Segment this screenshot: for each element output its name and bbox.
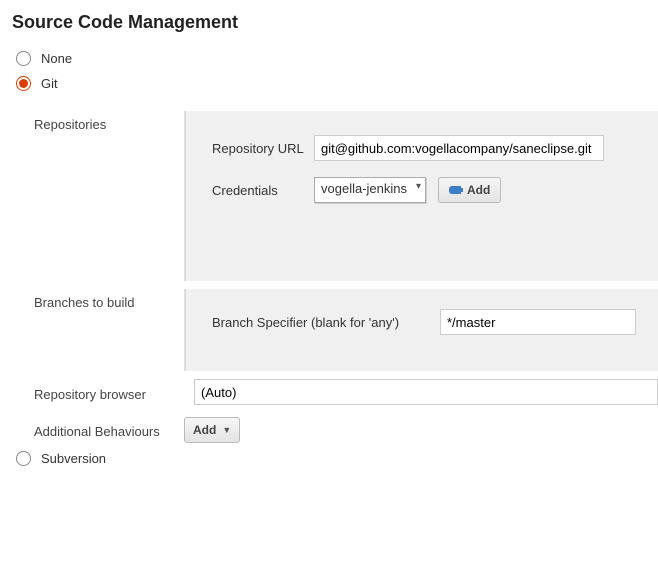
additional-behaviours-label: Additional Behaviours — [24, 422, 184, 439]
scm-option-subversion[interactable]: Subversion — [16, 451, 658, 466]
repository-browser-label: Repository browser — [34, 383, 194, 402]
radio-icon — [16, 451, 31, 466]
credentials-label: Credentials — [212, 183, 314, 198]
repository-browser-select[interactable] — [194, 379, 658, 405]
scm-option-none[interactable]: None — [16, 51, 658, 66]
add-behaviour-label: Add — [193, 423, 216, 437]
repository-url-label: Repository URL — [212, 141, 314, 156]
key-icon — [449, 186, 461, 194]
branch-specifier-input[interactable] — [440, 309, 636, 335]
radio-label-subversion: Subversion — [41, 451, 106, 466]
repositories-panel: Repository URL Credentials vogella-jenki… — [184, 111, 658, 281]
repositories-label: Repositories — [24, 111, 184, 132]
add-credentials-button[interactable]: Add — [438, 177, 501, 203]
add-button-label: Add — [467, 183, 490, 197]
scm-option-git[interactable]: Git — [16, 76, 658, 91]
radio-icon — [16, 76, 31, 91]
chevron-down-icon: ▼ — [222, 425, 231, 435]
branch-specifier-label: Branch Specifier (blank for 'any') — [212, 315, 440, 330]
page-title: Source Code Management — [12, 12, 658, 33]
radio-label-none: None — [41, 51, 72, 66]
radio-icon — [16, 51, 31, 66]
credentials-selected: vogella-jenkins — [315, 178, 425, 202]
branches-label: Branches to build — [24, 289, 184, 310]
add-behaviour-button[interactable]: Add ▼ — [184, 417, 240, 443]
branches-panel: Branch Specifier (blank for 'any') — [184, 289, 658, 371]
radio-label-git: Git — [41, 76, 58, 91]
credentials-select[interactable]: vogella-jenkins — [314, 177, 426, 203]
repository-url-input[interactable] — [314, 135, 604, 161]
